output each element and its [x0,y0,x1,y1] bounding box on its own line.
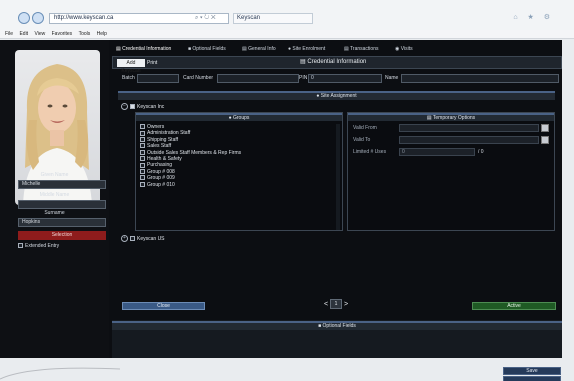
browser-tab[interactable]: Keyscan [233,13,313,24]
tab-optional-fields[interactable]: ■ Optional Fields [188,44,226,54]
tab-label: Optional Fields [192,46,226,52]
menu-bar: File Edit View Favorites Tools Help [0,30,574,39]
next-page-button[interactable]: > [344,301,348,308]
credential-title-text: Credential Information [307,59,367,65]
group-list: Owners Administration Staff Shipping Sta… [140,124,336,188]
valid-to-field[interactable] [399,136,539,144]
tab-credential-information[interactable]: ▤ Credential Information [116,44,171,54]
add-keyscan-button[interactable]: Add Keyscan [117,59,145,74]
site-keyscan-inc[interactable]: − Keyscan Inc [121,103,164,110]
menu-edit[interactable]: Edit [19,30,28,39]
pager: < 1 > [324,299,348,311]
groups-scrollbar[interactable] [336,124,340,230]
tab-label: Transactions [350,46,379,52]
site-assignment-header: ● Site Assignment [118,91,555,100]
name-field[interactable] [401,74,559,83]
valid-from-label: Valid From [353,125,377,131]
secondary-button[interactable] [503,376,561,381]
surname-label: Surname [44,210,65,216]
close-button[interactable]: Close [122,302,205,310]
name-label: Name [385,75,399,81]
tab-bar: ▤ Credential Information ■ Optional Fiel… [112,44,562,54]
sidebar: Given Name Michelle Middle Name Surname … [0,40,109,358]
valid-to-label: Valid To [353,137,371,143]
optional-fields-title: Optional Fields [322,323,356,329]
tab-label: Visits [400,46,413,52]
window-icons[interactable]: ⌂ ★ ⚙ [513,13,554,21]
calendar-icon[interactable] [541,124,549,132]
given-name-field[interactable]: Michelle [18,180,106,189]
page-number[interactable]: 1 [330,299,343,310]
tab-label: General Info [248,46,276,52]
tab-transactions[interactable]: ▤ Transactions [344,44,378,54]
extended-entry-checkbox[interactable]: Extended Entry [18,243,59,249]
active-button[interactable]: Active [472,302,556,310]
limited-uses-label: Limited # Uses [353,149,387,155]
save-button[interactable]: Save [503,367,561,375]
selection-button[interactable]: Selection [18,231,106,240]
page-curl-decoration [0,367,120,380]
batch-label: Batch [122,75,135,81]
groups-title: Groups [233,115,250,121]
extended-entry-label: Extended Entry [25,243,60,249]
middle-name-field[interactable] [18,200,106,209]
collapse-icon[interactable]: − [121,103,128,110]
given-name-label: Given Name [40,172,69,178]
middle-name-label: Middle Name [39,192,70,198]
site-assignment-title: Site Assignment [320,93,357,99]
card-number-field[interactable] [217,74,299,83]
menu-file[interactable]: File [5,30,13,39]
tab-visits[interactable]: ◉ Visits [395,44,413,54]
batch-field[interactable] [137,74,179,83]
card-number-label: Card Number [183,75,214,81]
credential-fields: Batch Card Number PIN 0 Name [112,72,562,85]
expand-icon[interactable]: + [121,235,128,242]
surname-field[interactable]: Hopkins [18,218,106,227]
optional-fields-header[interactable]: ■ Optional Fields [112,321,562,330]
temporary-options-title: Temporary Options [432,115,476,121]
temporary-options-panel: ▤ Temporary Options Valid From Valid To … [347,112,555,231]
pin-label: PIN [299,75,308,81]
credential-title: ▤ Credential Information [300,57,366,68]
limited-uses-field[interactable]: 0 [399,148,475,156]
tab-site-enrolment[interactable]: ● Site Enrolment [288,44,325,54]
tab-general-info[interactable]: ▤ General Info [242,44,276,54]
calendar-icon[interactable] [541,136,549,144]
checkbox-icon[interactable] [130,104,135,109]
list-item[interactable]: Group # 010 [140,182,336,188]
back-icon[interactable] [18,12,30,24]
checkbox-icon[interactable] [130,236,135,241]
menu-view[interactable]: View [34,30,45,39]
app-window: Given Name Michelle Middle Name Surname … [0,40,562,358]
prev-page-button[interactable]: < [324,301,328,308]
tab-label: Site Enrolment [292,46,326,52]
groups-header: ● Groups [136,113,342,121]
uses-max: / 0 [478,149,484,155]
site-name: Keyscan US [137,235,165,242]
checkbox-icon[interactable] [18,243,23,249]
valid-from-field[interactable] [399,124,539,132]
menu-tools[interactable]: Tools [79,30,91,39]
menu-favorites[interactable]: Favorites [52,30,73,39]
tab-label: Credential Information [122,46,172,52]
site-keyscan-us[interactable]: + Keyscan US [121,235,165,242]
forward-icon[interactable] [32,12,44,24]
menu-help[interactable]: Help [97,30,107,39]
address-tools-icon[interactable]: ⌕ ▾ ↻ ✕ [195,13,216,24]
pin-field[interactable]: 0 [308,74,382,83]
groups-panel: ● Groups Owners Administration Staff Shi… [135,112,343,231]
site-name: Keyscan Inc [137,103,165,110]
print-button[interactable]: Print [147,59,157,67]
temporary-options-header: ▤ Temporary Options [348,113,554,121]
